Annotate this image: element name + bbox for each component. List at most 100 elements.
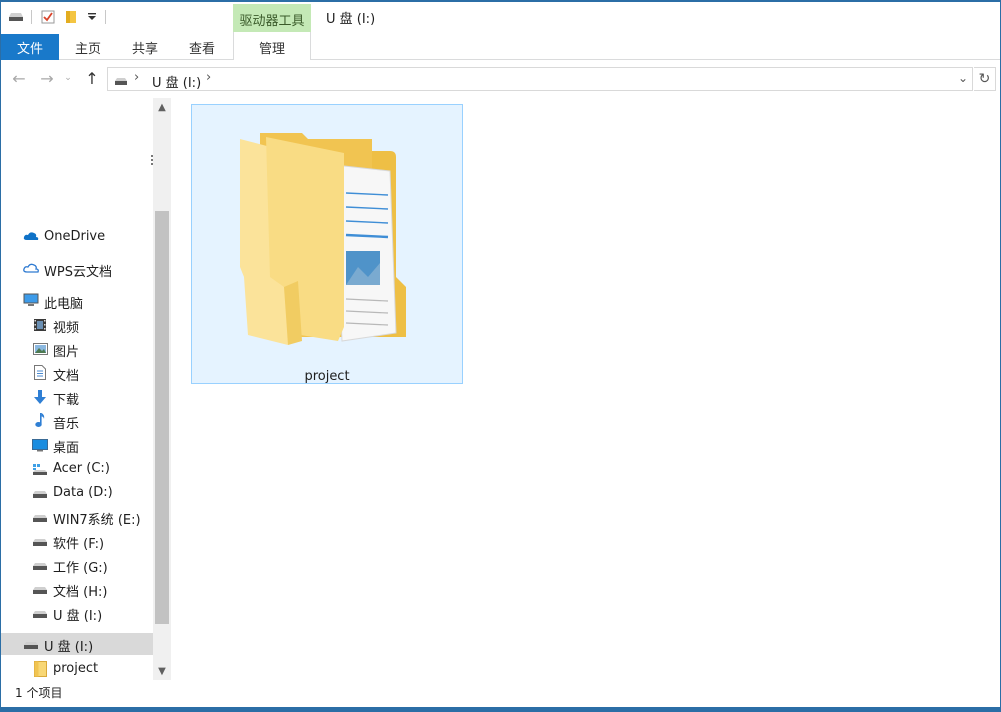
navigation-bar: ← → ⌄ ↑ › U 盘 (I:) › ⌄ ↻ — [1, 60, 1000, 98]
customize-qat-icon[interactable] — [85, 8, 99, 26]
nav-item-music[interactable]: 音乐 — [1, 410, 153, 432]
back-button[interactable]: ← — [10, 68, 28, 88]
new-folder-icon[interactable] — [63, 8, 79, 26]
tab-home-label: 主页 — [74, 41, 101, 57]
tab-share-label: 共享 — [131, 41, 158, 57]
nav-item-label: 软件 (F:) — [53, 537, 105, 552]
drive-icon — [32, 586, 48, 595]
breadcrumb-chevron-icon[interactable]: › — [134, 70, 139, 85]
folder-icon — [240, 127, 412, 358]
nav-item-label: 音乐 — [53, 417, 80, 432]
nav-item-label: U 盘 (I:) — [53, 609, 103, 624]
nav-pane-scrollbar[interactable]: ▲ ▼ — [153, 98, 171, 680]
arrow-up-icon: ↑ — [85, 68, 99, 88]
status-bar: 1 个项目 — [1, 680, 1000, 707]
drive-icon — [114, 75, 128, 89]
nav-item-label: U 盘 (I:) — [44, 640, 94, 655]
desktop-icon — [32, 439, 48, 452]
drive-tools-label: 驱动器工具 — [239, 13, 305, 29]
tab-view[interactable]: 查看 — [179, 34, 225, 60]
tab-manage[interactable]: 管理 — [233, 34, 311, 60]
drive-icon — [32, 490, 48, 499]
nav-item-pictures[interactable]: 图片 — [1, 338, 153, 360]
nav-item-label: OneDrive — [44, 229, 106, 244]
nav-item-drive-f[interactable]: 软件 (F:) — [1, 530, 153, 552]
computer-icon — [23, 293, 39, 307]
pictures-icon — [33, 343, 48, 355]
music-icon — [34, 412, 46, 429]
nav-item-label: 文档 — [53, 369, 80, 384]
documents-icon — [34, 365, 46, 380]
nav-item-label: 下载 — [53, 393, 80, 408]
properties-icon[interactable] — [39, 8, 57, 26]
scrollbar-thumb[interactable] — [155, 211, 169, 624]
window-title: U 盘 (I:) — [326, 12, 376, 27]
refresh-button[interactable]: ↻ — [974, 67, 996, 91]
nav-item-drive-c[interactable]: Acer (C:) — [1, 458, 153, 480]
chevron-down-icon: ⌄ — [64, 73, 72, 83]
up-button[interactable]: ↑ — [83, 68, 101, 88]
drive-icon — [23, 641, 39, 650]
nav-item-wps-cloud[interactable]: WPS云文档 — [1, 258, 153, 280]
file-item-name: project — [304, 369, 350, 384]
nav-item-desktop[interactable]: 桌面 — [1, 434, 153, 456]
tab-file[interactable]: 文件 — [1, 34, 59, 60]
tab-file-label: 文件 — [16, 41, 43, 57]
drive-icon — [32, 562, 48, 571]
nav-item-drive-e[interactable]: WIN7系统 (E:) — [1, 506, 153, 528]
nav-item-label: 视频 — [53, 321, 80, 336]
item-count: 1 个项目 — [15, 686, 63, 700]
tab-manage-label: 管理 — [258, 41, 285, 57]
nav-item-label: 文档 (H:) — [53, 585, 108, 600]
nav-item-label: WPS云文档 — [44, 265, 112, 280]
forward-button[interactable]: → — [38, 68, 56, 88]
nav-item-project[interactable]: project — [1, 658, 153, 680]
nav-item-label: 图片 — [53, 345, 80, 360]
download-icon — [33, 389, 47, 405]
nav-item-documents[interactable]: 文档 — [1, 362, 153, 384]
nav-item-label: Data (D:) — [53, 485, 113, 500]
drive-tools-tab-group: 驱动器工具 — [233, 4, 311, 34]
address-bar[interactable]: › U 盘 (I:) › ⌄ — [107, 67, 973, 91]
refresh-icon: ↻ — [978, 71, 991, 87]
drive-icon — [32, 538, 48, 547]
title-bar: 驱动器工具 U 盘 (I:) — [1, 2, 1000, 34]
nav-item-drive-d[interactable]: Data (D:) — [1, 482, 153, 504]
scroll-down-arrow-icon[interactable]: ▼ — [153, 662, 171, 680]
ribbon-tab-bar: 文件 主页 共享 查看 管理 — [1, 32, 1000, 60]
tab-home[interactable]: 主页 — [65, 34, 111, 60]
video-icon — [33, 318, 47, 332]
tab-view-label: 查看 — [188, 41, 215, 57]
nav-item-label: project — [53, 661, 99, 676]
nav-item-drive-g[interactable]: 工作 (G:) — [1, 554, 153, 576]
arrow-right-icon: → — [40, 68, 54, 88]
nav-item-downloads[interactable]: 下载 — [1, 386, 153, 408]
folder-icon — [34, 661, 47, 677]
file-item[interactable]: project — [191, 104, 463, 384]
tab-share[interactable]: 共享 — [121, 34, 169, 60]
nav-item-onedrive[interactable]: OneDrive — [1, 226, 153, 248]
scroll-up-arrow-icon[interactable]: ▲ — [153, 98, 171, 116]
nav-item-label: WIN7系统 (E:) — [53, 513, 141, 528]
cloud-icon — [23, 262, 39, 274]
address-history-chevron-icon[interactable]: ⌄ — [958, 71, 968, 85]
window-border-bottom — [0, 707, 1001, 712]
breadcrumb-chevron-icon[interactable]: › — [206, 70, 211, 85]
onedrive-icon — [23, 231, 39, 241]
file-list-view[interactable]: project — [172, 98, 1000, 680]
drive-icon[interactable] — [7, 8, 25, 26]
nav-item-drive-h[interactable]: 文档 (H:) — [1, 578, 153, 600]
nav-item-drive-i[interactable]: U 盘 (I:) — [1, 602, 153, 624]
recent-locations-button[interactable]: ⌄ — [62, 69, 74, 87]
qat-separator — [31, 10, 32, 24]
nav-item-videos[interactable]: 视频 — [1, 314, 153, 336]
nav-item-label: 此电脑 — [44, 297, 84, 312]
nav-item-usb-root[interactable]: U 盘 (I:) — [1, 633, 153, 655]
nav-item-label: 桌面 — [53, 441, 80, 456]
arrow-left-icon: ← — [12, 68, 26, 88]
breadcrumb-segment[interactable]: U 盘 (I:) — [152, 72, 201, 91]
nav-item-this-pc[interactable]: 此电脑 — [1, 290, 153, 312]
qat-separator — [105, 10, 106, 24]
navigation-pane: OneDrive WPS云文档 此电脑 视频 图片 文档 下载 音乐 桌面 Ac… — [1, 98, 172, 680]
nav-item-label: 工作 (G:) — [53, 561, 108, 576]
